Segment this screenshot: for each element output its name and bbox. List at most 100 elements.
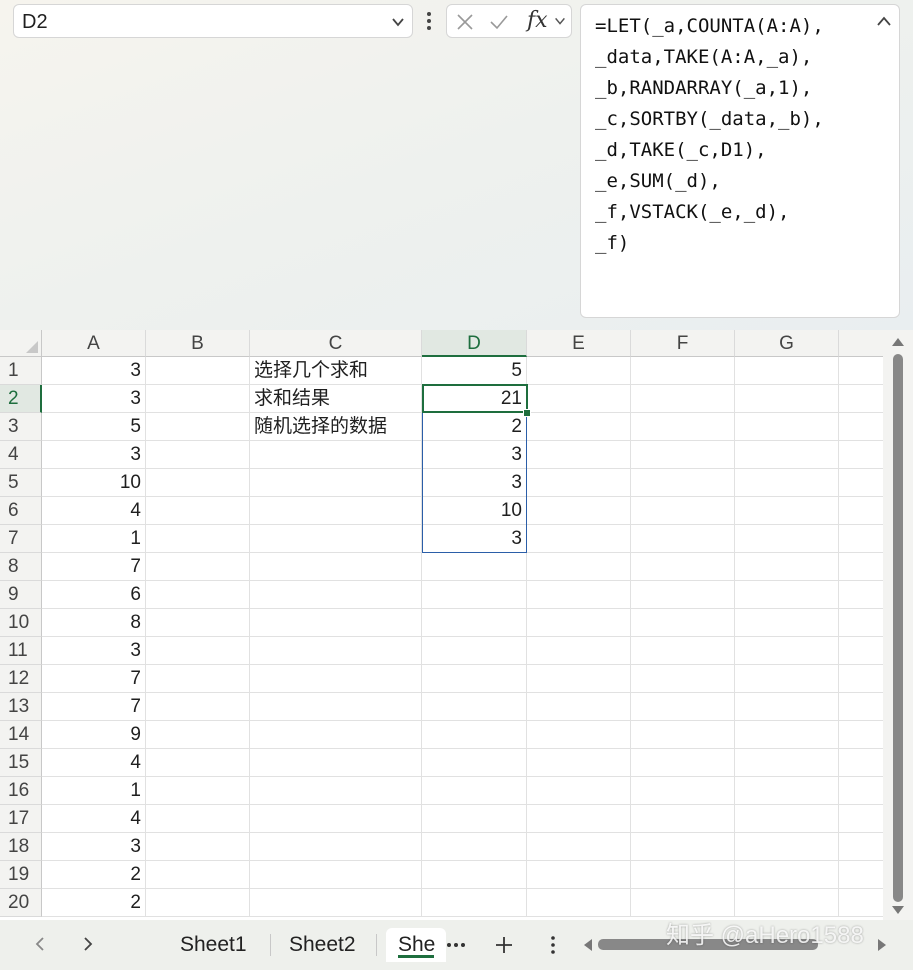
cell-f19[interactable]	[631, 861, 735, 889]
chevron-left-icon[interactable]	[32, 935, 48, 953]
row-header[interactable]: 6	[0, 497, 42, 525]
cell-e5[interactable]	[527, 469, 631, 497]
row-header[interactable]: 18	[0, 833, 42, 861]
cell-b19[interactable]	[146, 861, 250, 889]
cell-g1[interactable]	[735, 357, 839, 385]
chevron-down-icon[interactable]	[553, 14, 567, 28]
cell-e18[interactable]	[527, 833, 631, 861]
cell-g15[interactable]	[735, 749, 839, 777]
tab-sheet2[interactable]: Sheet2	[289, 928, 356, 962]
row-header[interactable]: 2	[0, 385, 42, 413]
cell-c4[interactable]	[250, 441, 422, 469]
cell-b5[interactable]	[146, 469, 250, 497]
cell-h6[interactable]	[839, 497, 883, 525]
more-vertical-icon[interactable]	[542, 934, 564, 956]
cell-f2[interactable]	[631, 385, 735, 413]
column-header-c[interactable]: C	[250, 330, 422, 357]
cell-a19[interactable]: 2	[42, 861, 146, 889]
cell-h8[interactable]	[839, 553, 883, 581]
cell-f17[interactable]	[631, 805, 735, 833]
cell-h10[interactable]	[839, 609, 883, 637]
cell-a3[interactable]: 5	[42, 413, 146, 441]
cell-b14[interactable]	[146, 721, 250, 749]
cell-g19[interactable]	[735, 861, 839, 889]
enter-check-icon[interactable]	[489, 12, 509, 32]
formula-input[interactable]: =LET(_a,COUNTA(A:A), _data,TAKE(A:A,_a), _…	[580, 4, 900, 318]
cell-e16[interactable]	[527, 777, 631, 805]
cell-h15[interactable]	[839, 749, 883, 777]
cell-c18[interactable]	[250, 833, 422, 861]
row-header[interactable]: 17	[0, 805, 42, 833]
cell-c1[interactable]: 选择几个求和	[250, 357, 422, 385]
row-header[interactable]: 14	[0, 721, 42, 749]
cell-a7[interactable]: 1	[42, 525, 146, 553]
row-header[interactable]: 19	[0, 861, 42, 889]
fill-handle[interactable]	[523, 409, 531, 417]
cell-d18[interactable]	[422, 833, 527, 861]
cell-e10[interactable]	[527, 609, 631, 637]
cell-f9[interactable]	[631, 581, 735, 609]
cell-e14[interactable]	[527, 721, 631, 749]
scroll-up-icon[interactable]	[891, 336, 905, 348]
cell-b17[interactable]	[146, 805, 250, 833]
more-horizontal-icon[interactable]	[445, 934, 467, 956]
cell-c6[interactable]	[250, 497, 422, 525]
cell-d10[interactable]	[422, 609, 527, 637]
column-header-a[interactable]: A	[42, 330, 146, 357]
cell-c10[interactable]	[250, 609, 422, 637]
cell-f18[interactable]	[631, 833, 735, 861]
scroll-down-icon[interactable]	[891, 904, 905, 916]
cell-a4[interactable]: 3	[42, 441, 146, 469]
cell-d5[interactable]: 3	[422, 469, 527, 497]
cell-g18[interactable]	[735, 833, 839, 861]
cell-d1[interactable]: 5	[422, 357, 527, 385]
row-header[interactable]: 12	[0, 665, 42, 693]
cell-b8[interactable]	[146, 553, 250, 581]
cell-b15[interactable]	[146, 749, 250, 777]
cell-g13[interactable]	[735, 693, 839, 721]
cell-e20[interactable]	[527, 889, 631, 917]
cell-g2[interactable]	[735, 385, 839, 413]
cell-e6[interactable]	[527, 497, 631, 525]
cell-d12[interactable]	[422, 665, 527, 693]
cell-g3[interactable]	[735, 413, 839, 441]
cell-e15[interactable]	[527, 749, 631, 777]
cell-h16[interactable]	[839, 777, 883, 805]
cell-e9[interactable]	[527, 581, 631, 609]
cell-a2[interactable]: 3	[42, 385, 146, 413]
row-header[interactable]: 13	[0, 693, 42, 721]
cell-b3[interactable]	[146, 413, 250, 441]
column-header-e[interactable]: E	[527, 330, 631, 357]
cell-d7[interactable]: 3	[422, 525, 527, 553]
cell-a14[interactable]: 9	[42, 721, 146, 749]
cell-c13[interactable]	[250, 693, 422, 721]
cell-h4[interactable]	[839, 441, 883, 469]
cell-a13[interactable]: 7	[42, 693, 146, 721]
more-vertical-icon[interactable]	[421, 8, 437, 34]
cell-b9[interactable]	[146, 581, 250, 609]
cell-e8[interactable]	[527, 553, 631, 581]
row-header[interactable]: 20	[0, 889, 42, 917]
cell-b13[interactable]	[146, 693, 250, 721]
cell-h19[interactable]	[839, 861, 883, 889]
row-header[interactable]: 3	[0, 413, 42, 441]
cell-h9[interactable]	[839, 581, 883, 609]
cell-d8[interactable]	[422, 553, 527, 581]
cell-c15[interactable]	[250, 749, 422, 777]
cell-a11[interactable]: 3	[42, 637, 146, 665]
cell-a5[interactable]: 10	[42, 469, 146, 497]
cell-c8[interactable]	[250, 553, 422, 581]
cell-g6[interactable]	[735, 497, 839, 525]
cell-c2[interactable]: 求和结果	[250, 385, 422, 413]
cell-a17[interactable]: 4	[42, 805, 146, 833]
cell-g5[interactable]	[735, 469, 839, 497]
cell-g8[interactable]	[735, 553, 839, 581]
cell-f10[interactable]	[631, 609, 735, 637]
cell-d6[interactable]: 10	[422, 497, 527, 525]
cell-d9[interactable]	[422, 581, 527, 609]
cell-b1[interactable]	[146, 357, 250, 385]
cell-e11[interactable]	[527, 637, 631, 665]
cell-h18[interactable]	[839, 833, 883, 861]
cell-h3[interactable]	[839, 413, 883, 441]
cell-a9[interactable]: 6	[42, 581, 146, 609]
